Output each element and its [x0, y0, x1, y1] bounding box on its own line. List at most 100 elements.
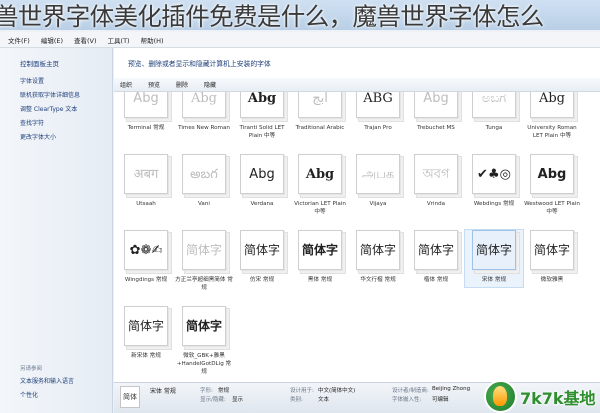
font-preview-thumbnail: Abg	[414, 92, 458, 118]
get-font-info-online-link[interactable]: 联机获取字体详细信息	[20, 90, 80, 99]
font-tile[interactable]: 简体字 微软雅黑	[523, 230, 581, 285]
menu-help[interactable]: 帮助(H)	[141, 35, 164, 45]
personalization-link[interactable]: 个性化	[20, 390, 74, 399]
style-label: 字形:	[200, 388, 213, 394]
font-sample-text: 简体字	[243, 243, 280, 257]
menu-view[interactable]: 查看(V)	[74, 35, 97, 45]
font-tile[interactable]: 简体字 仿宋 常规	[233, 230, 291, 285]
font-name-label: Tunga	[485, 125, 503, 131]
font-tile[interactable]: 简体字 楷体 常规	[407, 230, 465, 285]
font-sample-text: 简体字	[127, 319, 164, 333]
font-sample-text: ابج	[312, 92, 328, 106]
font-preview-thumbnail: 简体字	[182, 230, 226, 270]
hide-button[interactable]: 隐藏	[204, 80, 216, 89]
font-sample-text: 简体字	[185, 319, 222, 333]
designer-value: Beijing Zhong	[432, 386, 471, 392]
organize-button[interactable]: 组织	[120, 80, 132, 89]
font-preview-thumbnail: ابج	[298, 92, 342, 118]
font-tile[interactable]: Abg Victorian LET Plain 中等	[291, 154, 349, 217]
see-also-links: 文本服务和输入语言 个性化	[20, 376, 74, 404]
delete-button[interactable]: 删除	[176, 80, 188, 89]
font-sample-text: 简体字	[185, 243, 222, 257]
font-name-label: Vani	[198, 201, 210, 207]
control-panel-home-link[interactable]: 控制面板主页	[20, 58, 59, 68]
font-tile[interactable]: অবগ Vrinda	[407, 154, 465, 209]
font-preview-thumbnail: 简体字	[240, 230, 284, 270]
selected-font-name: 宋体 常规	[150, 388, 176, 395]
font-name-label: 仿宋 常规	[249, 277, 275, 283]
font-tile[interactable]: ABG Trajan Pro	[349, 92, 407, 133]
font-tile[interactable]: Abg University Roman LET Plain 中等	[523, 92, 581, 141]
font-name-label: Trajan Pro	[364, 125, 392, 131]
font-tile[interactable]: Abg Westwood LET Plain 中等	[523, 154, 581, 217]
adjust-cleartype-link[interactable]: 调整 ClearType 文本	[20, 104, 80, 113]
font-name-label: Traditional Arabic	[295, 125, 345, 131]
font-sample-text: 简体字	[301, 243, 338, 257]
change-font-size-link[interactable]: 更改字体大小	[20, 132, 80, 141]
font-preview-thumbnail: अबग	[124, 154, 168, 194]
font-preview-thumbnail: ✔♣◎	[472, 154, 516, 194]
see-also-heading: 另请参阅	[20, 366, 43, 372]
font-tile[interactable]: 简体字 新宋体 常规	[117, 306, 175, 361]
font-preview-thumbnail: ಅಬಗ	[472, 92, 516, 118]
font-sample-text: ಅಬಗ	[481, 92, 507, 106]
font-sample-text: Abg	[423, 92, 449, 106]
font-settings-link[interactable]: 字体设置	[20, 76, 80, 85]
font-tile[interactable]: अबग Utsaah	[117, 154, 175, 209]
font-preview-thumbnail: 简体字	[414, 230, 458, 270]
font-preview-thumbnail: అబగ	[182, 154, 226, 194]
font-tile[interactable]: 简体字 华文行楷 常规	[349, 230, 407, 285]
font-tile[interactable]: அபக Vijaya	[349, 154, 407, 209]
font-tile[interactable]: Abg Trebuchet MS	[407, 92, 465, 133]
font-preview-thumbnail: 简体字	[124, 306, 168, 346]
font-tile[interactable]: Abg Tiranti Solid LET Plain 中等	[233, 92, 291, 141]
font-sample-text: అబగ	[190, 166, 218, 182]
show-hide-value: 显示	[232, 397, 244, 403]
font-name-label: 宋体 常规	[481, 277, 507, 283]
menu-tools[interactable]: 工具(T)	[108, 35, 130, 45]
font-sample-text: 简体字	[417, 243, 454, 257]
font-tile[interactable]: ابج Traditional Arabic	[291, 92, 349, 133]
font-preview-thumbnail: 简体字	[530, 230, 574, 270]
font-preview-thumbnail: Abg	[530, 92, 574, 118]
menu-file[interactable]: 文件(F)	[8, 35, 30, 45]
font-tile[interactable]: 简体字 宋体 常规	[464, 229, 524, 288]
font-tile[interactable]: 简体字 黑体 常规	[291, 230, 349, 285]
font-tile[interactable]: Abg Verdana	[233, 154, 291, 209]
font-preview-thumbnail: ABG	[356, 92, 400, 118]
font-sample-text: 简体字	[475, 243, 512, 257]
font-name-label: Times New Roman	[178, 125, 230, 131]
font-name-label: Wingdings 常规	[124, 277, 168, 283]
font-preview-thumbnail: অবগ	[414, 154, 458, 194]
font-tile[interactable]: Abg Times New Roman	[175, 92, 233, 133]
page-description: 预览、删除或者显示和隐藏计算机上安装的字体	[128, 60, 271, 68]
font-tile[interactable]: ✿❁✍ Wingdings 常规	[117, 230, 175, 285]
font-sample-text: অবগ	[422, 166, 450, 182]
preview-button[interactable]: 预览	[148, 80, 160, 89]
font-tile[interactable]: Abg Terminal 常规	[117, 92, 175, 133]
font-tile[interactable]: 简体字 方正兰亭超细黑简体 常规	[175, 230, 233, 293]
font-sample-text: Abg	[190, 92, 218, 106]
font-name-label: 黑体 常规	[307, 277, 333, 283]
font-tile[interactable]: ಅಬಗ Tunga	[465, 92, 523, 133]
designer-label: 设计者/制造商:	[392, 388, 429, 394]
show-hide-label: 显示/隐藏:	[200, 397, 226, 403]
font-name-label: Westwood LET Plain 中等	[524, 201, 580, 215]
font-tile[interactable]: అబగ Vani	[175, 154, 233, 209]
font-sample-text: ✿❁✍	[129, 242, 163, 258]
font-tile[interactable]: 简体字微软_GBK+雅黑+HandelGotDLig 常规	[175, 306, 233, 376]
font-preview-thumbnail: அபக	[356, 154, 400, 194]
font-name-label: 微软_GBK+雅黑+HandelGotDLig 常规	[176, 353, 232, 375]
text-services-link[interactable]: 文本服务和输入语言	[20, 376, 74, 385]
font-tile[interactable]: ✔♣◎ Webdings 常规	[465, 154, 523, 209]
find-character-link[interactable]: 查找字符	[20, 118, 80, 127]
font-preview-thumbnail: Abg	[298, 154, 342, 194]
font-sample-text: அபக	[361, 166, 395, 182]
font-name-label: Vijaya	[369, 201, 387, 207]
menu-edit[interactable]: 编辑(E)	[41, 35, 63, 45]
category-label: 类别:	[290, 397, 303, 403]
watermark-logo: 7k7k基地	[484, 380, 600, 413]
font-name-label: Utsaah	[136, 201, 156, 207]
menu-bar: 文件(F) 编辑(E) 查看(V) 工具(T) 帮助(H)	[0, 32, 600, 48]
embeddability-value: 可编辑	[432, 397, 449, 403]
